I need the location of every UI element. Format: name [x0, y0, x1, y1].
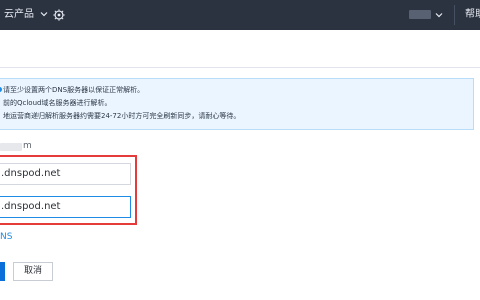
products-menu[interactable]: 云产品 [4, 8, 48, 22]
page-subheader [0, 30, 480, 68]
dns-server-value-1: .dnspod.net [1, 168, 61, 179]
dns-server-field-1[interactable]: .dnspod.net [0, 163, 131, 185]
help-link[interactable]: 帮助 [465, 8, 480, 22]
chevron-down-icon [40, 12, 48, 17]
notice-line-3: 地运营商递归解析服务器约需要24-72小时方可完全刷新同步，请耐心等待。 [3, 112, 241, 120]
dns-server-value-2: .dnspod.net [1, 201, 61, 212]
products-menu-label: 云产品 [4, 9, 34, 20]
info-icon [0, 87, 2, 92]
toolbar-divider [454, 5, 455, 25]
dns-server-field-2[interactable]: .dnspod.net [0, 196, 131, 218]
top-navigation-bar: 云产品 帮助 [0, 0, 480, 30]
domain-name-suffix: m [23, 141, 32, 151]
notice-line-2: 前的Qcloud域名服务器进行解析。 [3, 99, 112, 107]
cancel-button[interactable]: 取消 [13, 262, 53, 281]
add-dns-link[interactable]: NS [0, 232, 12, 242]
confirm-button[interactable] [0, 262, 5, 281]
info-notice: 请至少设置两个DNS服务器以保证正常解析。 前的Qcloud域名服务器进行解析。… [0, 78, 474, 130]
account-name-redacted[interactable] [409, 10, 431, 19]
chevron-down-icon[interactable] [435, 11, 443, 19]
gear-icon[interactable] [52, 8, 66, 22]
notice-line-1: 请至少设置两个DNS服务器以保证正常解析。 [3, 86, 145, 94]
domain-name-redacted [0, 143, 22, 151]
